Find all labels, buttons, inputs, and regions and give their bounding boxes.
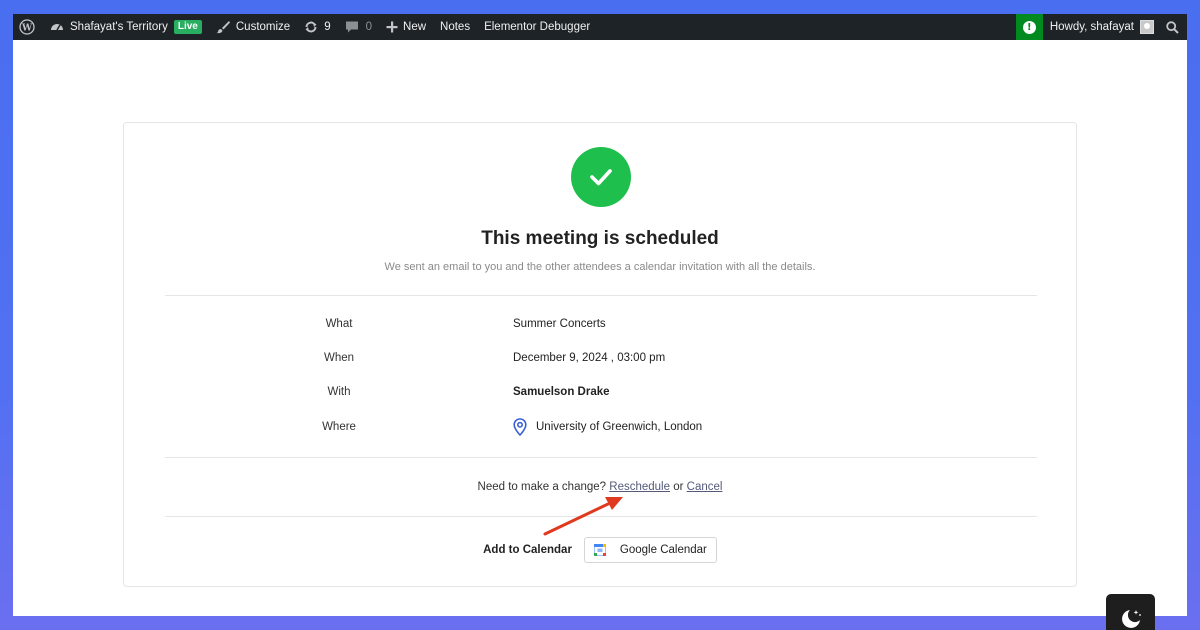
confirmation-subtitle: We sent an email to you and the other at… [384, 261, 816, 273]
cancel-link[interactable]: Cancel [687, 481, 723, 493]
alert-icon: ! [1022, 20, 1036, 34]
dark-mode-toggle[interactable] [1106, 594, 1155, 630]
customize-link[interactable]: Customize [209, 14, 297, 40]
moon-icon [1122, 610, 1141, 628]
live-badge: Live [173, 20, 202, 34]
where-label: Where [322, 421, 356, 433]
reschedule-link[interactable]: Reschedule [609, 481, 670, 493]
or-text: or [673, 481, 684, 493]
google-calendar-button[interactable]: Google Calendar [583, 537, 717, 563]
svg-text:W: W [21, 24, 33, 34]
add-to-calendar-label: Add to Calendar [483, 544, 572, 556]
what-value: Summer Concerts [513, 318, 606, 330]
notes-label: Notes [440, 21, 471, 33]
debugger-label: Elementor Debugger [484, 21, 591, 33]
search-button[interactable] [1160, 14, 1187, 40]
where-value: University of Greenwich, London [536, 421, 703, 433]
with-value: Samuelson Drake [513, 386, 610, 398]
site-name: Shafayat's Territory [70, 21, 168, 33]
booking-confirmation-card: This meeting is scheduled We sent an ema… [123, 122, 1077, 587]
refresh-icon [305, 21, 317, 33]
divider [165, 295, 1037, 296]
when-value: December 9, 2024 , 03:00 pm [513, 352, 666, 364]
change-prompt-row: Need to make a change? Reschedule or Can… [124, 481, 1076, 493]
wp-admin-bar: W Shafayat's Territory Live Customize 9 … [13, 14, 1187, 40]
browser-frame: W Shafayat's Territory Live Customize 9 … [13, 14, 1187, 616]
divider [165, 516, 1037, 517]
updates-count: 9 [324, 21, 331, 33]
updates-link[interactable]: 9 [297, 14, 337, 40]
map-pin-icon [513, 418, 527, 436]
customize-label: Customize [235, 21, 291, 33]
site-name-menu[interactable]: Shafayat's Territory Live [43, 14, 209, 40]
elementor-debugger-link[interactable]: Elementor Debugger [477, 14, 597, 40]
google-calendar-icon [593, 544, 606, 556]
howdy-text: Howdy, shafayat [1049, 21, 1134, 33]
brush-icon [216, 21, 230, 34]
comments-count: 0 [365, 21, 373, 33]
comments-link[interactable]: 0 [338, 14, 379, 40]
wordpress-menu[interactable]: W [13, 14, 43, 40]
add-to-calendar-row: Add to Calendar Google Calendar [124, 537, 1076, 563]
new-content-menu[interactable]: New [379, 14, 433, 40]
new-label: New [403, 21, 427, 33]
divider [165, 457, 1037, 458]
what-label: What [325, 318, 353, 330]
comment-icon [345, 21, 358, 33]
where-row: University of Greenwich, London [513, 418, 702, 436]
with-label: With [327, 386, 351, 398]
dashboard-icon [51, 24, 63, 31]
account-menu[interactable]: Howdy, shafayat [1043, 14, 1160, 40]
when-label: When [323, 352, 355, 364]
success-badge [571, 147, 631, 207]
plus-icon [386, 21, 398, 33]
alert-button[interactable]: ! [1015, 14, 1043, 40]
wordpress-icon: W [19, 19, 35, 35]
check-icon [590, 169, 612, 186]
google-calendar-label: Google Calendar [619, 544, 707, 556]
change-prompt: Need to make a change? [477, 481, 607, 493]
notes-link[interactable]: Notes [433, 14, 477, 40]
avatar [1140, 20, 1154, 34]
search-icon [1166, 20, 1179, 34]
page-title: This meeting is scheduled [481, 228, 719, 249]
